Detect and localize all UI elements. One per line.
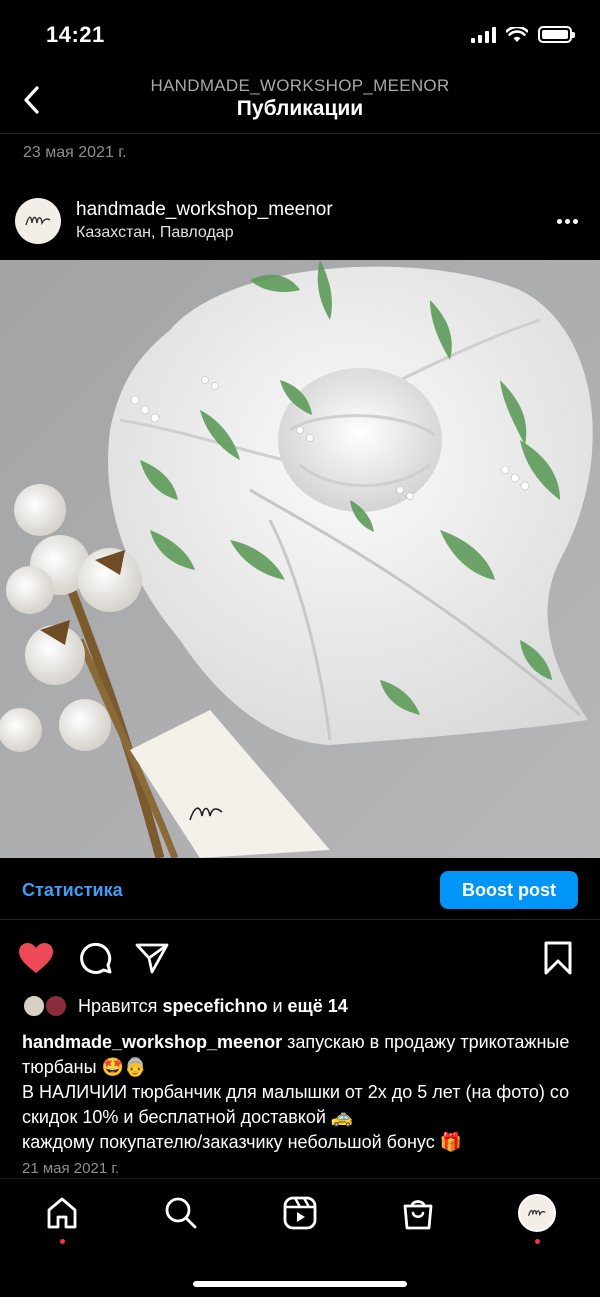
post-location[interactable]: Казахстан, Павлодар bbox=[76, 224, 234, 242]
save-button[interactable] bbox=[540, 940, 576, 976]
avatar[interactable] bbox=[15, 198, 61, 244]
likes-prefix: Нравится bbox=[78, 995, 163, 1016]
status-bar: 14:21 bbox=[0, 0, 600, 70]
like-button[interactable] bbox=[18, 940, 54, 976]
more-options-button[interactable] bbox=[554, 208, 580, 234]
profile-avatar bbox=[518, 1194, 556, 1232]
comment-button[interactable] bbox=[78, 940, 114, 976]
tab-home[interactable] bbox=[42, 1193, 82, 1233]
battery-icon bbox=[538, 26, 575, 43]
liker-avatar bbox=[22, 994, 46, 1018]
likes-text: Нравится specefichno и ещё 14 bbox=[78, 996, 348, 1017]
post-username[interactable]: handmade_workshop_meenor bbox=[76, 199, 333, 221]
status-time: 14:21 bbox=[46, 22, 105, 47]
brand-logo-icon bbox=[25, 216, 51, 226]
likes-summary[interactable]: Нравится specefichno и ещё 14 bbox=[22, 992, 348, 1020]
view-insights-link[interactable]: Статистика bbox=[22, 880, 123, 901]
nav-header: HANDMADE_WORKSHOP_MEENOR Публикации bbox=[0, 70, 600, 134]
post-date-top: 23 мая 2021 г. bbox=[23, 144, 127, 161]
caption-username[interactable]: handmade_workshop_meenor bbox=[22, 1032, 282, 1052]
home-icon bbox=[47, 1197, 77, 1229]
cellular-signal-icon bbox=[471, 26, 496, 43]
tab-shop[interactable] bbox=[398, 1193, 438, 1233]
tab-search[interactable] bbox=[161, 1193, 201, 1233]
caption-line-3: каждому покупателю/заказчику небольшой б… bbox=[22, 1132, 463, 1152]
share-button[interactable] bbox=[134, 940, 170, 976]
page-title: Публикации bbox=[236, 97, 364, 120]
insights-bar: Статистика Boost post bbox=[0, 862, 600, 920]
profile-notification-dot bbox=[535, 1239, 540, 1244]
post-caption: handmade_workshop_meenor запускаю в прод… bbox=[22, 1030, 582, 1155]
post-image[interactable] bbox=[0, 260, 600, 858]
liker-avatars bbox=[22, 993, 72, 1019]
bookmark-icon bbox=[544, 941, 572, 975]
tab-reels[interactable] bbox=[280, 1193, 320, 1233]
bottom-tab-bar bbox=[0, 1178, 600, 1297]
boost-post-button[interactable]: Boost post bbox=[440, 871, 578, 909]
wifi-icon bbox=[506, 26, 528, 42]
likes-others-count[interactable]: ещё 14 bbox=[288, 996, 348, 1016]
tab-profile[interactable] bbox=[517, 1193, 557, 1233]
search-icon bbox=[165, 1197, 197, 1229]
brand-logo-icon bbox=[527, 1209, 546, 1217]
reels-icon bbox=[283, 1196, 317, 1230]
nav-subtitle: HANDMADE_WORKSHOP_MEENOR bbox=[150, 76, 450, 95]
post-date: 21 мая 2021 г. bbox=[22, 1160, 120, 1177]
likes-connector: и bbox=[267, 995, 288, 1016]
shopping-bag-icon bbox=[403, 1200, 433, 1230]
home-indicator[interactable] bbox=[193, 1281, 407, 1287]
comment-bubble-icon bbox=[80, 942, 112, 974]
heart-filled-icon bbox=[19, 943, 53, 973]
home-notification-dot bbox=[60, 1239, 65, 1244]
paper-plane-icon bbox=[135, 943, 169, 974]
liker-avatar bbox=[44, 994, 68, 1018]
status-icons bbox=[471, 26, 575, 43]
post-actions bbox=[0, 936, 600, 980]
liker-username[interactable]: specefichno bbox=[162, 996, 267, 1016]
caption-line-2: В НАЛИЧИИ тюрбанчик для малышки от 2х до… bbox=[22, 1082, 570, 1127]
post-header: handmade_workshop_meenor Казахстан, Павл… bbox=[0, 186, 600, 256]
